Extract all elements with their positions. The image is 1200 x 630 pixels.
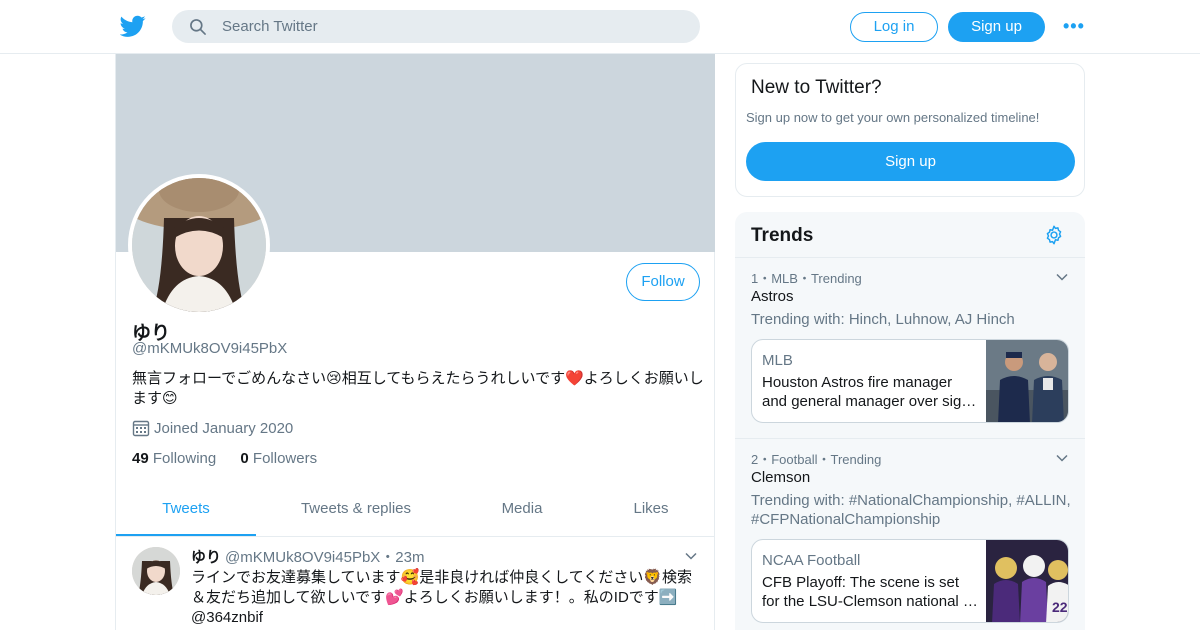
following-label: Following — [152, 450, 217, 467]
trend-news-card[interactable]: NCAA Football CFB Playoff: The scene is … — [751, 539, 1069, 623]
trend-news-card[interactable]: MLB Houston Astros fire manager and gene… — [751, 339, 1069, 423]
follow-button[interactable]: Follow — [626, 263, 700, 301]
chevron-down-icon[interactable] — [684, 549, 698, 563]
trend-item[interactable]: 1・MLB・Trending Astros Trending with: Hin… — [735, 258, 1085, 439]
profile-avatar[interactable] — [128, 174, 270, 316]
gear-icon[interactable] — [1043, 224, 1065, 246]
svg-text:22: 22 — [1052, 599, 1068, 615]
trends-panel: Trends 1・MLB・Trending Astros Trending wi… — [735, 212, 1085, 630]
signup-prompt-title: New to Twitter? — [751, 77, 882, 98]
profile-column: Follow ゆり @mKMUk8OV9i45PbX 無言フォローでごめんなさい… — [115, 54, 715, 630]
tweet-avatar[interactable] — [132, 547, 180, 595]
tab-tweets-and-replies[interactable]: Tweets & replies — [281, 488, 431, 536]
trends-title: Trends — [751, 225, 814, 246]
tweet-avatar-photo — [132, 547, 180, 595]
tab-likes[interactable]: Likes — [611, 488, 691, 536]
news-card-headline: CFB Playoff: The scene is set for the LS… — [762, 574, 978, 610]
trend-related: Trending with: #NationalChampionship, #A… — [751, 492, 1071, 528]
tweet-text: ラインでお友達募集しています🥰是非良ければ仲良くしてください🦁検索＆友だち追加し… — [191, 569, 693, 626]
profile-bio: 無言フォローでごめんなさい😢相互してもらえたらうれしいです❤️よろしくお願いしま… — [132, 370, 704, 407]
top-bar: Log in Sign up ••• — [0, 0, 1200, 54]
followers-count: 0 — [240, 450, 249, 467]
trend-related: Trending with: Hinch, Luhnow, AJ Hinch — [751, 311, 1015, 328]
joined-date: Joined January 2020 — [132, 419, 293, 437]
followers-label: Followers — [252, 450, 318, 467]
profile-handle: @mKMUk8OV9i45PbX — [132, 340, 288, 357]
tweet-item[interactable]: ゆり @mKMUk8OV9i45PbX・23m ラインでお友達募集しています🥰是非… — [116, 537, 715, 630]
followers-stat[interactable]: 0 Followers — [240, 450, 317, 467]
chevron-down-icon[interactable] — [1055, 451, 1069, 465]
trend-meta: 2・Football・Trending — [751, 452, 882, 467]
trend-item[interactable]: 2・Football・Trending Clemson Trending wit… — [735, 439, 1085, 630]
search-bar[interactable] — [172, 10, 700, 43]
tab-tweets[interactable]: Tweets — [116, 488, 256, 536]
following-count: 49 — [132, 450, 149, 467]
twitter-bird-logo-icon[interactable] — [120, 13, 146, 39]
news-card-source: NCAA Football — [762, 552, 861, 569]
news-card-headline: Houston Astros fire manager and general … — [762, 374, 977, 410]
login-button[interactable]: Log in — [850, 12, 938, 42]
signup-prompt-subtitle: Sign up now to get your own personalized… — [746, 110, 1040, 125]
search-icon — [190, 19, 206, 35]
news-card-source: MLB — [762, 352, 793, 369]
signup-button[interactable]: Sign up — [948, 12, 1045, 42]
profile-tabs: Tweets Tweets & replies Media Likes — [116, 488, 715, 537]
avatar-photo — [132, 178, 266, 312]
chevron-down-icon[interactable] — [1055, 270, 1069, 284]
more-options-icon[interactable]: ••• — [1063, 17, 1087, 37]
news-card-thumbnail: 22 — [986, 540, 1068, 622]
news-card-thumbnail — [986, 340, 1068, 422]
joined-text: Joined January 2020 — [154, 420, 294, 437]
search-input[interactable] — [222, 10, 682, 43]
tweet-header: ゆり @mKMUk8OV9i45PbX・23m — [191, 546, 424, 567]
tweet-handle-time: @mKMUk8OV9i45PbX・23m — [225, 549, 425, 566]
trend-meta: 1・MLB・Trending — [751, 271, 862, 286]
trend-name: Clemson — [751, 469, 811, 486]
trends-header: Trends — [735, 212, 1085, 258]
tweet-author-name[interactable]: ゆり — [191, 549, 221, 566]
signup-prompt-button[interactable]: Sign up — [746, 142, 1075, 181]
trend-name: Astros — [751, 288, 794, 305]
signup-prompt-card: New to Twitter? Sign up now to get your … — [735, 63, 1085, 197]
tab-media[interactable]: Media — [476, 488, 568, 536]
profile-stats: 49 Following 0 Followers — [132, 450, 337, 467]
calendar-icon — [132, 420, 150, 437]
following-stat[interactable]: 49 Following — [132, 450, 216, 467]
